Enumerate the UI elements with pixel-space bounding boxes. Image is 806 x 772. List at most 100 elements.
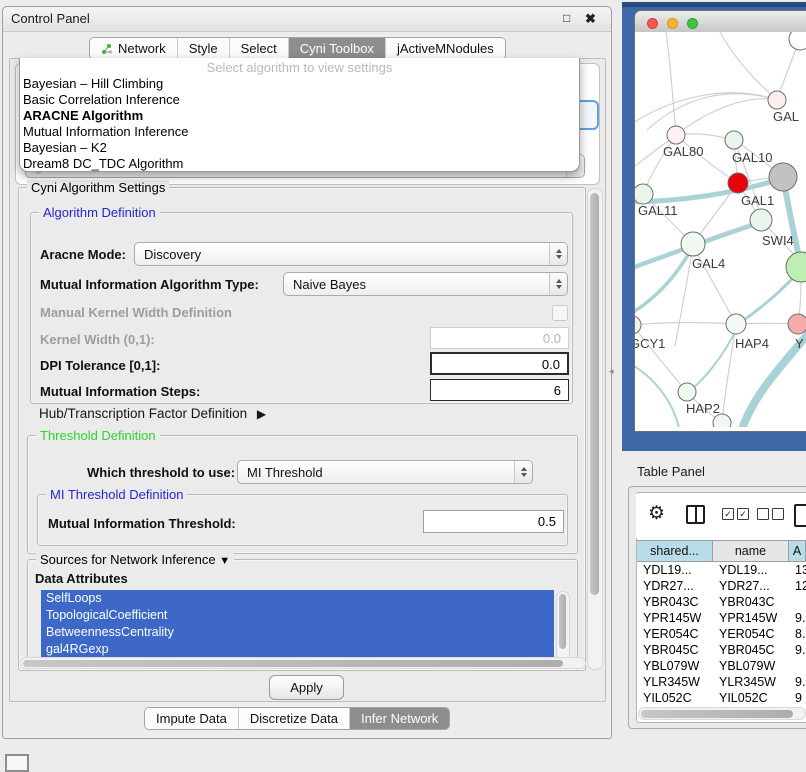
aracne-mode-value: Discovery — [144, 247, 201, 262]
tab-cyni-toolbox[interactable]: Cyni Toolbox — [288, 38, 385, 59]
mi-steps-field[interactable]: 6 — [430, 379, 569, 401]
minimize-traffic-light[interactable] — [667, 18, 678, 29]
close-traffic-light[interactable] — [647, 18, 658, 29]
table-row[interactable]: YLR345WYLR345W9. — [637, 674, 806, 690]
network-node-swi4[interactable] — [786, 252, 806, 282]
network-node-gal80[interactable] — [667, 126, 685, 144]
document-icon[interactable] — [794, 504, 806, 527]
tab-impute-data[interactable]: Impute Data — [145, 708, 238, 729]
mi-type-value: Naive Bayes — [293, 277, 366, 292]
table-settings-gear-icon[interactable]: ⚙ — [648, 502, 665, 525]
algorithm-option[interactable]: Dream8 DC_TDC Algorithm — [20, 156, 579, 172]
mi-type-combo[interactable]: Naive Bayes — [283, 272, 568, 296]
algorithm-option[interactable]: Basic Correlation Inference — [20, 92, 579, 108]
table-cell: YBR045C — [637, 642, 713, 658]
table-cell: YDL19... — [637, 562, 713, 578]
network-node[interactable] — [789, 32, 806, 50]
table-cell: YPR145W — [713, 610, 789, 626]
table-cell: YBL079W — [637, 658, 713, 674]
apply-button[interactable]: Apply — [269, 675, 344, 700]
settings-scrollbar-thumb[interactable] — [590, 193, 599, 595]
minimized-panel-icon[interactable] — [5, 754, 29, 772]
attributes-scrollbar[interactable] — [556, 591, 570, 660]
collapse-arrow-icon[interactable]: ▼ — [219, 555, 230, 567]
network-window-titlebar[interactable] — [635, 11, 806, 33]
kernel-width-field[interactable]: 0.0 — [430, 327, 569, 349]
float-panel-icon[interactable]: □ — [563, 11, 570, 25]
table-row[interactable]: YBR045CYBR045C9. — [637, 642, 806, 658]
network-node-gal4[interactable] — [681, 232, 705, 256]
close-panel-icon[interactable]: ✖ — [585, 11, 596, 27]
table-row[interactable]: YPR145WYPR145W9. — [637, 610, 806, 626]
table-row[interactable]: YBR043CYBR043C — [637, 594, 806, 610]
aracne-mode-combo[interactable]: Discovery — [134, 242, 568, 266]
attributes-scrollbar-thumb[interactable] — [559, 594, 566, 649]
hub-expander[interactable]: Hub/Transcription Factor Definition ▶ — [39, 406, 266, 421]
select-all-checkbox-icon-2[interactable]: ✓ — [737, 508, 749, 520]
table-row[interactable]: YIL052CYIL052C9 — [637, 690, 806, 706]
panel-splitter-handle[interactable]: ◂ — [609, 366, 614, 377]
which-threshold-value: MI Threshold — [247, 465, 323, 480]
network-node[interactable] — [769, 163, 797, 191]
tab-discretize-data[interactable]: Discretize Data — [238, 708, 349, 729]
control-panel-window: Control Panel □ ✖ NetworkStyleSelectCyni… — [2, 6, 612, 739]
mi-threshold-field[interactable]: 0.5 — [423, 510, 564, 533]
column-layout-icon[interactable] — [686, 505, 705, 524]
network-node-gal1[interactable] — [750, 209, 772, 231]
deselect-checkbox-icon-2[interactable] — [772, 508, 784, 520]
tab-network[interactable]: Network — [90, 38, 177, 59]
table-hscrollbar-thumb[interactable] — [641, 710, 793, 718]
settings-scrollbar[interactable] — [587, 188, 603, 670]
network-node-gal11[interactable] — [635, 184, 653, 204]
manual-kernel-checkbox[interactable] — [552, 305, 568, 321]
table-cell: 13 — [789, 562, 806, 578]
attribute-item[interactable]: TopologicalCoefficient — [41, 607, 554, 624]
table-row[interactable]: YDL19...YDL19...13 — [637, 562, 806, 578]
network-canvas[interactable]: GALGAL80GAL10GAL11GAL1SWI4GAL4GCY1HAP4YH… — [635, 32, 806, 427]
table-row[interactable]: YDR27...YDR27...12 — [637, 578, 806, 594]
algorithm-option[interactable]: Bayesian – Hill Climbing — [20, 76, 579, 92]
network-window: GALGAL80GAL10GAL11GAL1SWI4GAL4GCY1HAP4YH… — [634, 10, 806, 432]
column-header-2[interactable]: name — [713, 541, 789, 561]
deselect-checkbox-icon[interactable] — [757, 508, 769, 520]
algorithm-option[interactable]: ARACNE Algorithm — [20, 108, 579, 124]
network-node-gcy1[interactable] — [635, 316, 641, 334]
zoom-traffic-light[interactable] — [687, 18, 698, 29]
dpi-tolerance-field[interactable]: 0.0 — [430, 352, 569, 375]
network-node-gal[interactable] — [768, 91, 786, 109]
settings-hscrollbar[interactable] — [20, 657, 586, 669]
network-node-gal10[interactable] — [725, 131, 743, 149]
network-node[interactable] — [728, 173, 748, 193]
tab-style[interactable]: Style — [177, 38, 229, 59]
tab-select[interactable]: Select — [229, 38, 288, 59]
table-row[interactable]: YBL079WYBL079W — [637, 658, 806, 674]
network-node-hap2[interactable] — [678, 383, 696, 401]
network-node-y[interactable] — [788, 314, 806, 334]
which-threshold-combo[interactable]: MI Threshold — [237, 460, 533, 484]
node-label: GAL4 — [692, 256, 725, 271]
tab-jactivemnodules[interactable]: jActiveMNodules — [385, 38, 505, 59]
table-cell: YBR043C — [637, 594, 713, 610]
network-node-hap4[interactable] — [726, 314, 746, 334]
attribute-item[interactable]: BetweennessCentrality — [41, 624, 554, 641]
node-attribute-table: shared...nameA YDL19...YDL19...13YDR27..… — [637, 540, 806, 706]
table-row[interactable]: YER054CYER054C8. — [637, 626, 806, 642]
table-cell: YLR345W — [637, 674, 713, 690]
tab-infer-network[interactable]: Infer Network — [349, 708, 449, 729]
algorithm-option[interactable]: Mutual Information Inference — [20, 124, 579, 140]
attribute-item[interactable]: gal4RGexp — [41, 641, 554, 658]
node-label: HAP2 — [686, 401, 720, 416]
settings-hscrollbar-thumb[interactable] — [23, 660, 563, 667]
select-all-checkbox-icon[interactable]: ✓ — [722, 508, 734, 520]
attribute-item[interactable]: SelfLoops — [41, 590, 554, 607]
expander-arrow-icon[interactable]: ▶ — [257, 407, 266, 421]
table-hscrollbar[interactable] — [638, 707, 806, 720]
table-cell: YDR27... — [637, 578, 713, 594]
column-header-1[interactable]: shared... — [637, 541, 713, 561]
column-header-3[interactable]: A — [789, 541, 806, 561]
algorithm-option[interactable]: Bayesian – K2 — [20, 140, 579, 156]
node-label: GCY1 — [635, 336, 665, 351]
table-header-row: shared...nameA — [637, 540, 806, 562]
data-attributes-label: Data Attributes — [35, 571, 128, 586]
control-panel-titlebar[interactable]: Control Panel □ ✖ — [3, 7, 611, 32]
